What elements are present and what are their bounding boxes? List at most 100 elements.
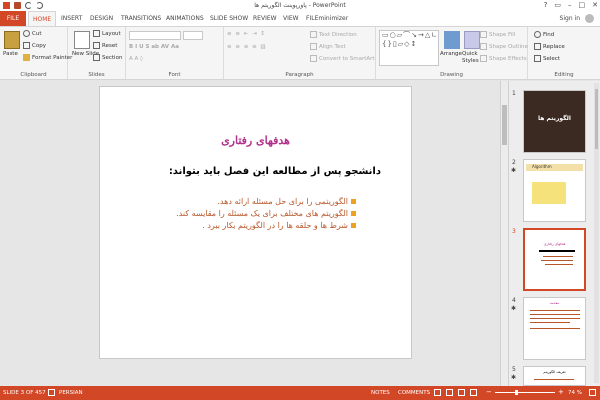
comments-button[interactable]: COMMENTS — [398, 390, 430, 396]
replace-button[interactable]: Replace — [534, 43, 565, 50]
thumbnail-slide-2[interactable]: Algorithm — [523, 159, 586, 222]
cut-button[interactable]: Cut — [23, 30, 41, 37]
thumbnail-slide-4[interactable]: مقدمه — [523, 297, 586, 360]
zoom-level[interactable]: 74 % — [568, 390, 582, 396]
font-style-buttons: B I U S ab AV Aa — [129, 44, 179, 50]
thumbnail-line — [539, 250, 575, 252]
shape-fill-label: Shape Fill — [489, 31, 516, 38]
thumbnail-title: هدفهای رفتاری — [543, 242, 566, 246]
thumbnail-scroll-thumb[interactable] — [595, 89, 598, 149]
list-buttons: ≡ ≡ ⇤ ⇥ ↕ — [227, 31, 267, 37]
format-painter-button[interactable]: Format Painter — [23, 54, 72, 61]
thumbnail-line — [530, 322, 570, 323]
editor-scrollbar[interactable] — [500, 81, 508, 386]
thumbnail-number: 5 — [512, 366, 516, 373]
alignment-buttons: ≡ ≡ ≡ ≡ ▥ — [227, 44, 267, 50]
zoom-slider-thumb[interactable] — [515, 390, 518, 395]
sign-in-link[interactable]: Sign in — [560, 15, 580, 22]
notes-button[interactable]: NOTES — [371, 390, 390, 396]
font-name-field[interactable] — [129, 31, 181, 40]
reset-label: Reset — [102, 42, 118, 49]
thumbnail-number: 4 — [512, 297, 516, 304]
align-text-icon — [310, 43, 317, 50]
new-slide-icon[interactable] — [74, 31, 90, 49]
slide-title[interactable]: هدفهای رفتاری — [100, 134, 411, 147]
shape-outline-icon — [480, 43, 487, 50]
format-painter-icon — [23, 54, 30, 61]
tab-animations[interactable]: ANIMATIONS — [166, 11, 204, 26]
tab-transitions[interactable]: TRANSITIONS — [121, 11, 161, 26]
tab-file[interactable]: FILE — [0, 11, 26, 26]
zoom-in-button[interactable]: + — [558, 388, 564, 396]
shape-effects-button[interactable]: Shape Effects — [480, 55, 527, 62]
bullet-text: الگوریتمی را برای حل مسئله ارائه دهد. — [217, 196, 348, 206]
find-icon — [534, 31, 541, 38]
select-button[interactable]: Select — [534, 55, 560, 62]
thumbnail-title: الگوریتم ها — [538, 115, 571, 122]
tab-design[interactable]: DESIGN — [90, 11, 113, 26]
close-button[interactable]: ✕ — [592, 1, 598, 9]
text-direction-button[interactable]: Text Direction — [310, 31, 357, 38]
reset-button[interactable]: Reset — [93, 42, 117, 49]
text-direction-label: Text Direction — [319, 31, 357, 38]
tab-view[interactable]: VIEW — [283, 11, 299, 26]
language-indicator[interactable]: PERSIAN — [59, 390, 83, 396]
tab-fileminimizer[interactable]: FILEminimizer — [306, 11, 348, 26]
normal-view-icon[interactable] — [434, 389, 441, 396]
account-icon[interactable] — [585, 14, 594, 23]
maximize-button[interactable]: □ — [579, 1, 586, 9]
paste-icon[interactable] — [4, 31, 20, 49]
arrange-icon[interactable] — [444, 31, 460, 49]
zoom-slider[interactable] — [495, 390, 555, 395]
paste-button[interactable]: Paste — [3, 51, 18, 57]
thumbnail-slide-1[interactable]: الگوریتم ها — [523, 90, 586, 153]
ribbon-tabs: FILE HOME INSERT DESIGN TRANSITIONS ANIM… — [0, 11, 600, 26]
fit-to-window-icon[interactable] — [589, 389, 596, 396]
layout-icon — [93, 30, 100, 37]
smartart-button[interactable]: Convert to SmartArt — [310, 55, 375, 62]
slide-subtitle[interactable]: دانشجو پس از مطالعه این فصل باید بتواند: — [169, 166, 381, 177]
thumbnail-line — [530, 318, 580, 319]
current-slide[interactable]: هدفهای رفتاری دانشجو پس از مطالعه این فص… — [99, 86, 412, 359]
list-item: الگوریتمی را برای حل مسئله ارائه دهد. — [176, 195, 356, 207]
ribbon-display-button[interactable]: ▭ — [554, 1, 561, 9]
tab-home[interactable]: HOME — [28, 11, 57, 26]
shape-fill-button[interactable]: Shape Fill — [480, 31, 515, 38]
help-button[interactable]: ? — [544, 1, 548, 9]
quick-styles-button[interactable]: Quick Styles — [462, 51, 480, 65]
editing-group: Find Replace Select Editing — [528, 27, 600, 79]
editing-group-label: Editing — [554, 72, 574, 78]
shape-outline-button[interactable]: Shape Outline — [480, 43, 528, 50]
font-size-field[interactable] — [183, 31, 203, 40]
shapes-gallery[interactable]: ▭○▱⌒↘→△∟◁▷☆⊡{}{}▯▱◇↕ — [379, 30, 439, 66]
slide-show-icon[interactable] — [470, 389, 477, 396]
align-text-button[interactable]: Align Text — [310, 43, 346, 50]
tab-slide-show[interactable]: SLIDE SHOW — [210, 11, 248, 26]
thumbnail-number: 2 — [512, 159, 516, 166]
slide-sorter-icon[interactable] — [446, 389, 453, 396]
minimize-button[interactable]: – — [568, 1, 572, 9]
spell-check-icon[interactable] — [48, 389, 55, 396]
thumbnail-scrollbar[interactable] — [594, 83, 599, 383]
font-color-buttons: A A ◊ — [129, 56, 143, 62]
layout-button[interactable]: Layout — [93, 30, 121, 37]
thumbnail-line — [530, 314, 580, 315]
find-button[interactable]: Find — [534, 31, 554, 38]
arrange-button[interactable]: Arrange — [440, 51, 462, 57]
bullet-list[interactable]: الگوریتمی را برای حل مسئله ارائه دهد. ال… — [176, 195, 356, 231]
thumbnail-line — [543, 256, 573, 257]
reading-view-icon[interactable] — [458, 389, 465, 396]
tab-review[interactable]: REVIEW — [253, 11, 277, 26]
thumbnail-number: 3 — [512, 228, 516, 235]
layout-label: Layout — [102, 30, 121, 37]
editor-scroll-thumb[interactable] — [502, 105, 507, 145]
thumbnail-slide-5[interactable]: تعریف الگوریتم — [523, 366, 586, 386]
star-icon: ✱ — [511, 167, 517, 174]
section-button[interactable]: Section — [93, 54, 122, 61]
thumbnail-slide-3[interactable]: هدفهای رفتاری — [523, 228, 586, 291]
quick-styles-icon[interactable] — [464, 31, 480, 49]
tab-insert[interactable]: INSERT — [61, 11, 82, 26]
copy-button[interactable]: Copy — [23, 42, 46, 49]
star-icon: ✱ — [511, 374, 517, 381]
zoom-out-button[interactable]: − — [486, 388, 492, 396]
